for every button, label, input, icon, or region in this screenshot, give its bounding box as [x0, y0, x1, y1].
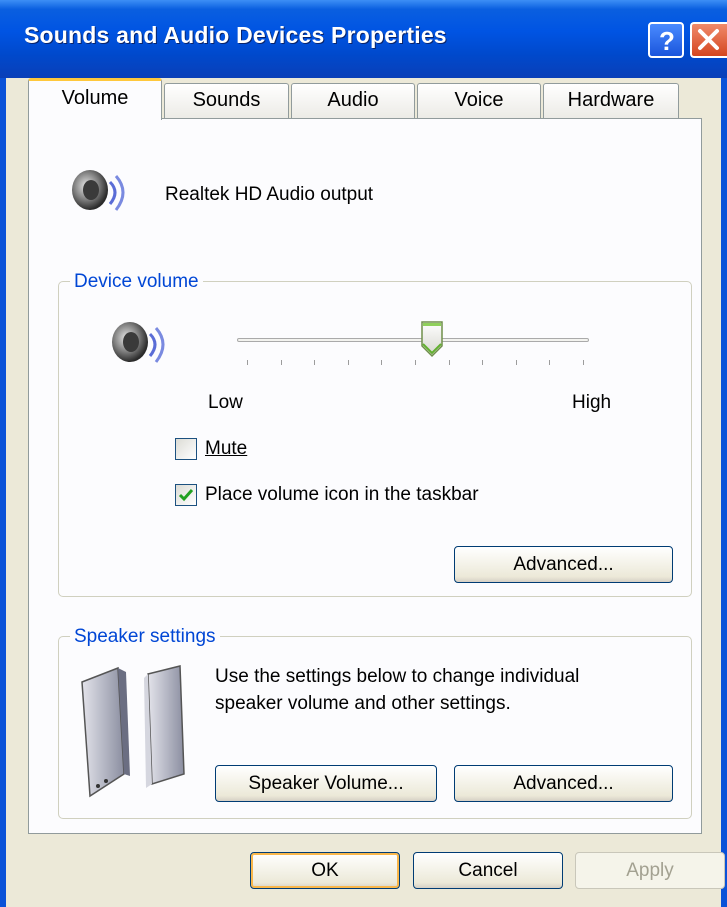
speakers-icon — [81, 665, 185, 798]
slider-tick — [381, 360, 383, 365]
volume-high-label: High — [572, 392, 612, 413]
slider-tick — [549, 360, 551, 365]
tab-sounds[interactable]: Sounds — [164, 83, 289, 118]
speaker-icon — [112, 322, 165, 363]
slider-tick — [448, 360, 450, 365]
window-title: Sounds and Audio Devices Properties — [24, 22, 447, 48]
window-frame-right — [721, 78, 727, 907]
device-volume-label: Device volume — [70, 271, 203, 293]
device-advanced-button[interactable]: Advanced... — [454, 546, 673, 583]
slider-tick — [482, 360, 484, 365]
tab-hardware[interactable]: Hardware — [543, 83, 679, 118]
tab-audio[interactable]: Audio — [291, 83, 415, 118]
question-icon: ? — [659, 26, 675, 56]
svg-text:?: ? — [659, 26, 675, 56]
volume-slider-thumb[interactable] — [420, 320, 444, 358]
window-frame-left — [0, 78, 6, 907]
device-name: Realtek HD Audio output — [165, 184, 374, 205]
title-bar[interactable]: Sounds and Audio Devices Properties ? — [0, 0, 727, 78]
tab-label: Sounds — [192, 89, 261, 111]
tab-label: Volume — [61, 87, 129, 109]
slider-tick — [247, 360, 248, 365]
close-icon — [698, 29, 719, 50]
tab-label: Hardware — [567, 89, 655, 111]
slider-tick — [347, 360, 349, 365]
speaker-settings-label: Speaker settings — [70, 626, 220, 648]
mute-label: Mute — [205, 438, 248, 459]
properties-dialog: Sounds and Audio Devices Properties ? Vo… — [0, 0, 727, 907]
mute-label[interactable]: Mute — [205, 438, 247, 460]
checkmark-icon — [178, 489, 194, 502]
speaker-description-line2: speaker volume and other settings. — [215, 693, 511, 714]
mute-checkbox[interactable] — [175, 438, 197, 460]
tab-voice[interactable]: Voice — [417, 83, 541, 118]
volume-low-label: Low — [208, 392, 243, 413]
speaker-advanced-button[interactable]: Advanced... — [454, 765, 673, 802]
help-button[interactable]: ? — [648, 22, 684, 58]
apply-button[interactable]: Apply — [575, 852, 725, 889]
speaker-volume-button[interactable]: Speaker Volume... — [215, 765, 437, 802]
slider-tick — [415, 360, 416, 365]
taskbar-icon-label[interactable]: Place volume icon in the taskbar — [205, 484, 479, 506]
tab-volume[interactable]: Volume — [28, 78, 162, 120]
speaker-description-line1: Use the settings below to change individ… — [215, 666, 580, 687]
tab-label: Voice — [454, 89, 504, 111]
slider-tick — [280, 360, 282, 365]
speaker-icon — [72, 170, 125, 211]
taskbar-icon-checkbox[interactable] — [175, 484, 197, 506]
slider-tick — [314, 360, 316, 365]
close-button[interactable] — [690, 22, 727, 58]
slider-tick — [583, 360, 584, 365]
volume-slider-track[interactable] — [237, 338, 589, 342]
cancel-button[interactable]: Cancel — [413, 852, 563, 889]
tab-label: Audio — [327, 89, 379, 111]
ok-button[interactable]: OK — [250, 852, 400, 889]
slider-tick — [515, 360, 517, 365]
